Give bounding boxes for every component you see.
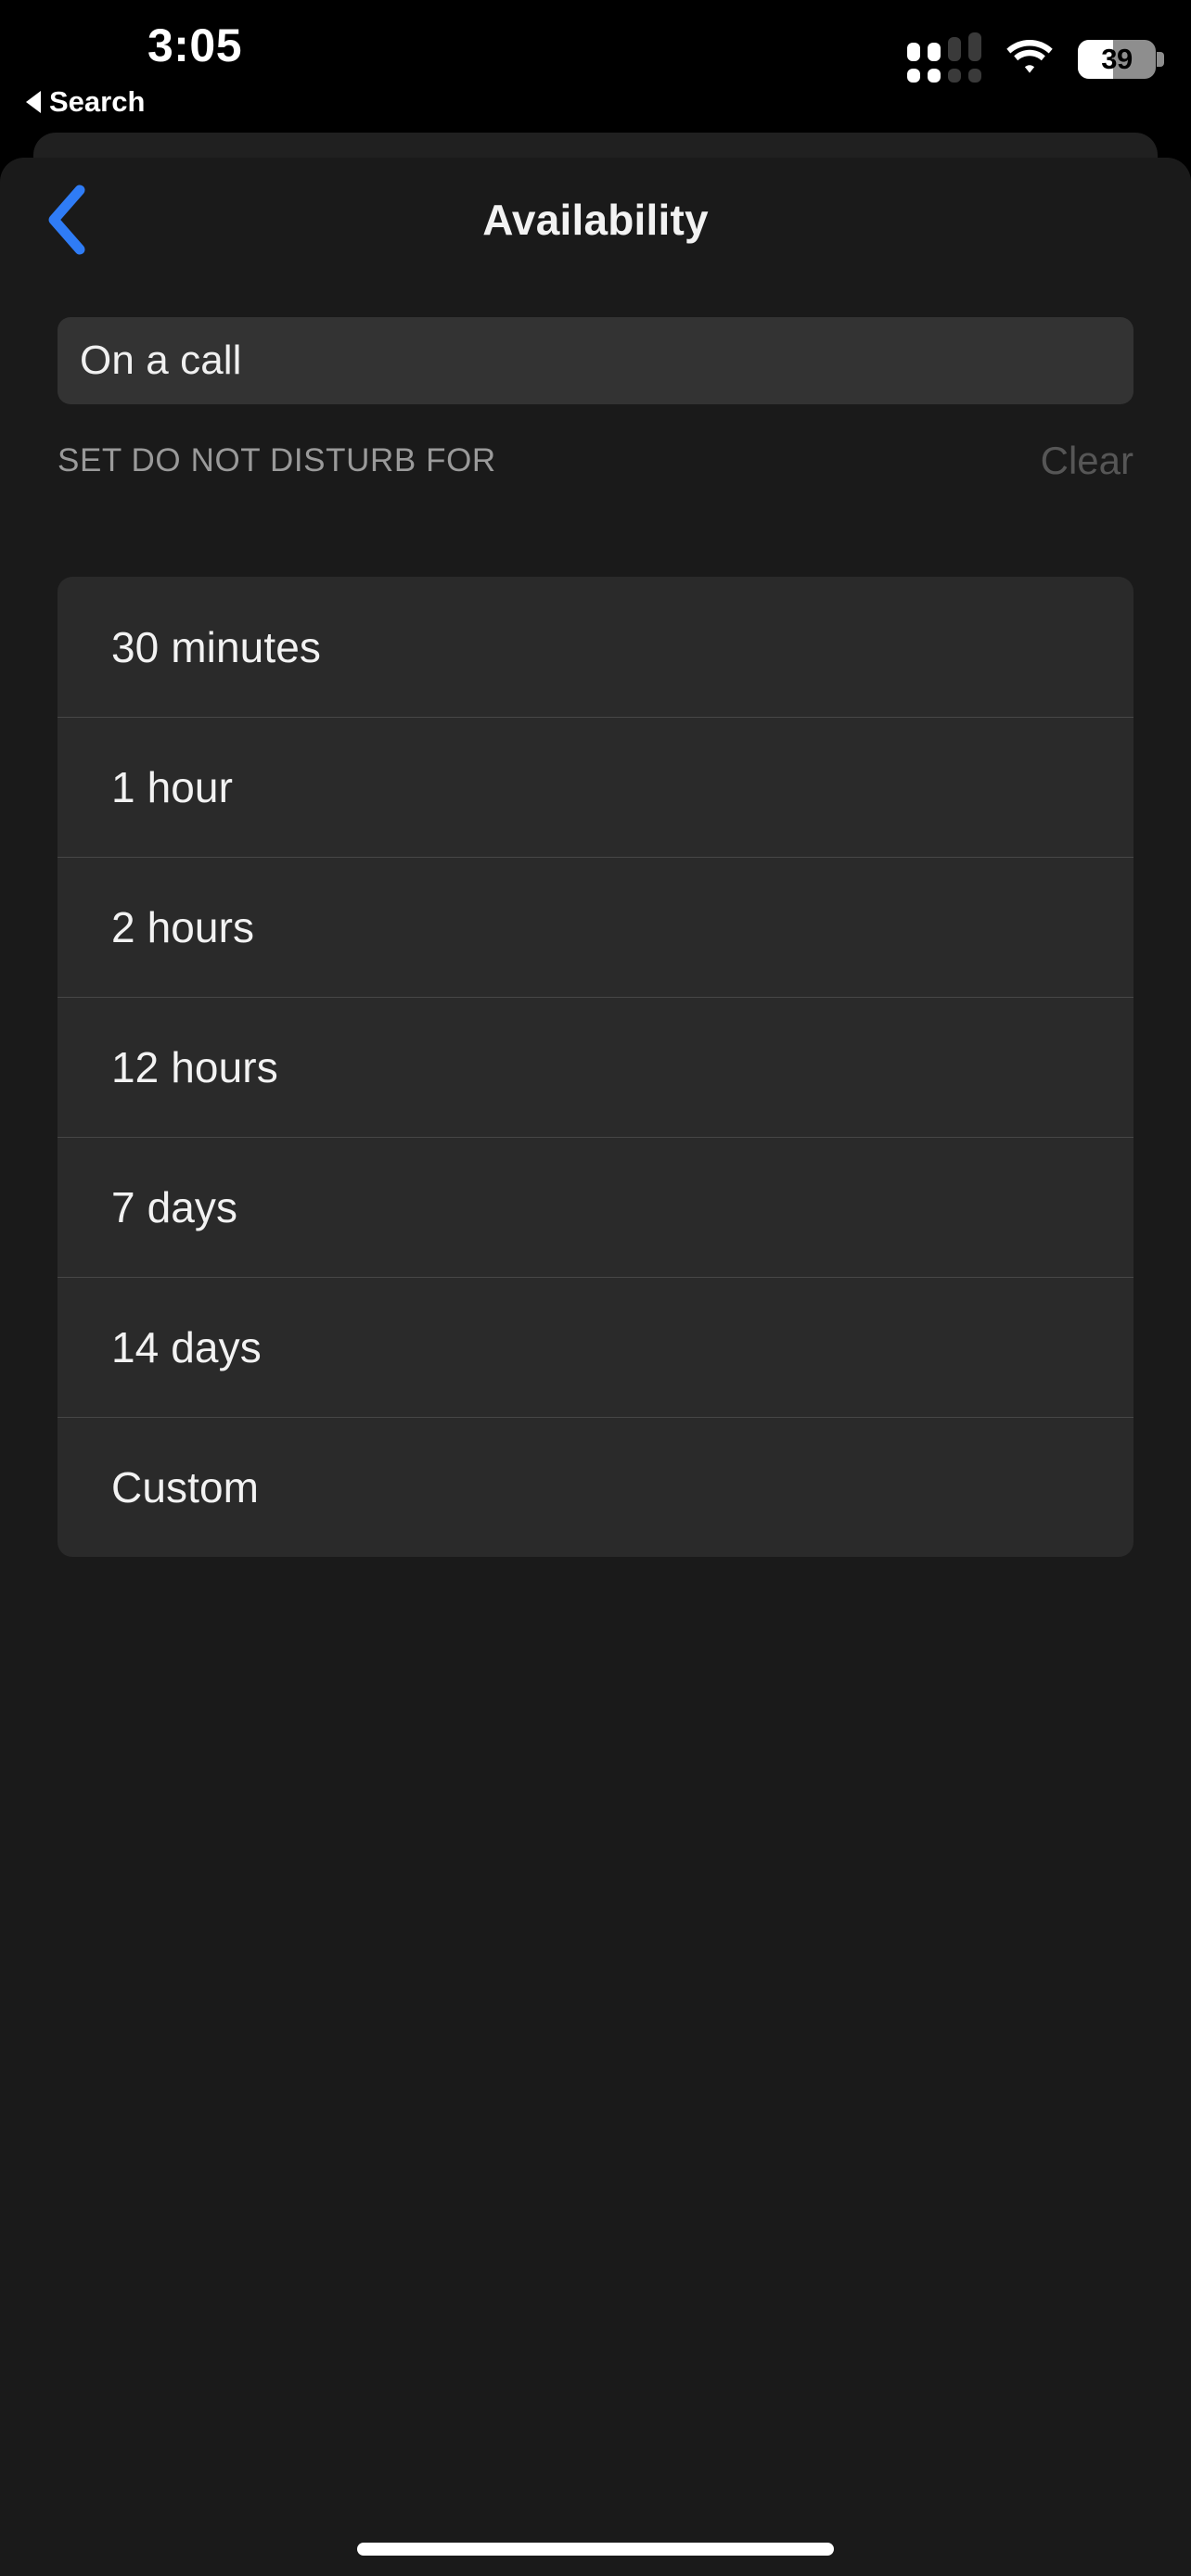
list-item[interactable]: 30 minutes: [58, 577, 1133, 717]
status-bar: 3:05 Search 39: [0, 0, 1191, 148]
phone-screen: 3:05 Search 39 Availability On a call SE…: [0, 0, 1191, 2576]
availability-sheet: Availability On a call SET DO NOT DISTUR…: [0, 158, 1191, 2576]
list-item[interactable]: Custom: [58, 1417, 1133, 1557]
list-item[interactable]: 12 hours: [58, 997, 1133, 1137]
home-indicator[interactable]: [357, 2543, 834, 2556]
back-to-app-label: Search: [49, 85, 146, 118]
battery-nub: [1157, 51, 1164, 67]
clear-button[interactable]: Clear: [1041, 439, 1133, 483]
list-item-label: 12 hours: [111, 1042, 278, 1091]
status-text-field[interactable]: On a call: [58, 317, 1133, 404]
list-item-label: 30 minutes: [111, 622, 322, 671]
list-item-label: 2 hours: [111, 902, 255, 951]
list-item-label: Custom: [111, 1462, 260, 1511]
battery-icon: 39: [1078, 39, 1164, 79]
page-title: Availability: [482, 196, 709, 244]
wifi-icon: [1005, 38, 1054, 80]
status-bar-clock: 3:05: [147, 19, 243, 71]
status-text-value: On a call: [80, 338, 242, 383]
back-to-app-indicator[interactable]: Search: [26, 85, 145, 119]
dnd-duration-list: 30 minutes 1 hour 2 hours 12 hours 7 day…: [58, 577, 1133, 1557]
list-item[interactable]: 2 hours: [58, 857, 1133, 997]
section-header: SET DO NOT DISTURB FOR Clear: [58, 436, 1133, 486]
list-item[interactable]: 7 days: [58, 1137, 1133, 1277]
list-item[interactable]: 1 hour: [58, 717, 1133, 857]
status-bar-indicators: 39: [907, 32, 1164, 83]
battery-percent-label: 39: [1101, 42, 1133, 75]
list-item-label: 1 hour: [111, 762, 234, 811]
cellular-signal-icon: [907, 32, 981, 83]
list-item[interactable]: 14 days: [58, 1277, 1133, 1417]
triangle-left-icon: [26, 91, 41, 113]
list-item-label: 14 days: [111, 1322, 262, 1371]
nav-bar: Availability: [0, 158, 1191, 293]
section-header-label: SET DO NOT DISTURB FOR: [58, 442, 496, 478]
list-item-label: 7 days: [111, 1182, 238, 1231]
